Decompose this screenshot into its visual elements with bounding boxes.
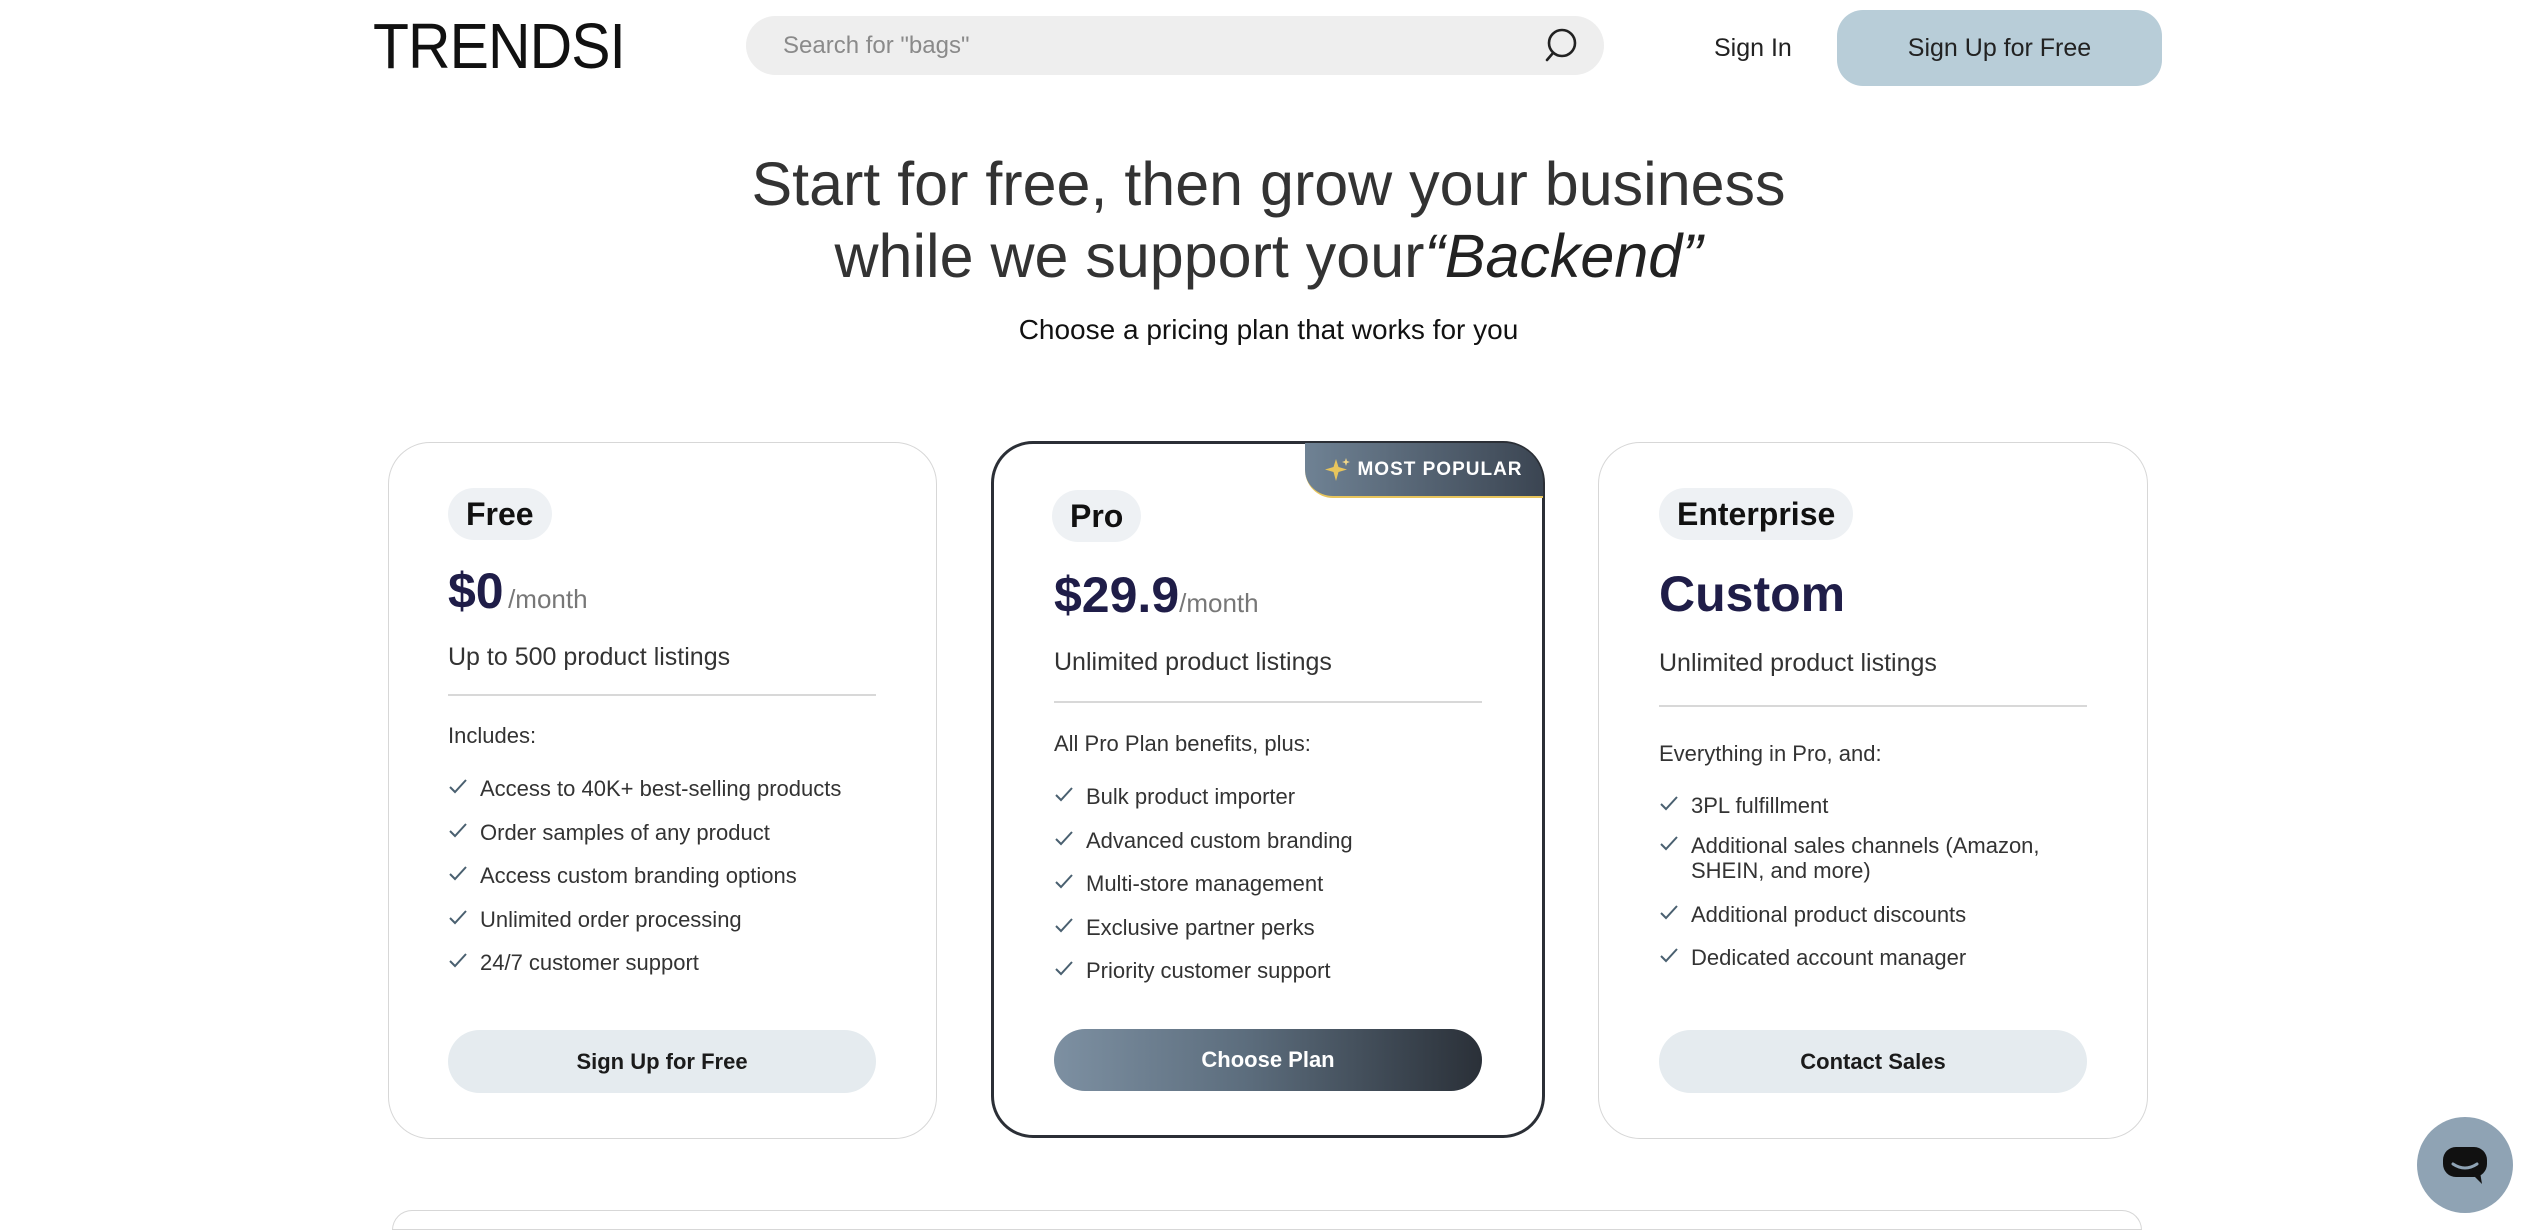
- feature-label: Access to 40K+ best-selling products: [480, 776, 842, 801]
- feature-label: Additional sales channels (Amazon, SHEIN…: [1691, 833, 2040, 883]
- feature-list-free: Access to 40K+ best-selling products Ord…: [448, 776, 888, 994]
- check-icon: [449, 909, 467, 924]
- feature-list-pro: Bulk product importer Advanced custom br…: [1054, 784, 1494, 1002]
- sign-up-free-button[interactable]: Sign Up for Free: [448, 1030, 876, 1093]
- list-item: Access custom branding options: [448, 863, 888, 907]
- feature-label: Multi-store management: [1086, 871, 1324, 896]
- feature-label: Priority customer support: [1086, 958, 1331, 983]
- hero-title-line-1: Start for free, then grow your business: [751, 150, 1786, 218]
- sign-up-button[interactable]: Sign Up for Free: [1837, 10, 2162, 86]
- plan-includes-enterprise: Everything in Pro, and:: [1659, 741, 1882, 766]
- list-item: Access to 40K+ best-selling products: [448, 776, 888, 820]
- list-item: Unlimited order processing: [448, 907, 888, 951]
- divider: [448, 694, 876, 696]
- most-popular-badge: MOST POPULAR: [1305, 443, 1543, 498]
- list-item: 3PL fulfillment: [1659, 793, 2079, 833]
- feature-label: Unlimited order processing: [480, 906, 742, 932]
- plan-tagline-free: Up to 500 product listings: [448, 643, 731, 671]
- check-icon: [1660, 836, 1678, 851]
- list-item: Bulk product importer: [1054, 784, 1494, 828]
- choose-plan-button[interactable]: Choose Plan: [1054, 1029, 1482, 1091]
- check-icon: [449, 953, 467, 968]
- list-item: Additional product discounts: [1659, 902, 2079, 945]
- divider: [1054, 701, 1482, 703]
- check-icon: [1055, 874, 1073, 889]
- price-amount: $0: [448, 563, 504, 619]
- chat-icon: [2443, 1147, 2487, 1184]
- feature-label: Exclusive partner perks: [1086, 914, 1315, 940]
- sparkle-icon: [1325, 457, 1351, 481]
- list-item: Advanced custom branding: [1054, 828, 1494, 872]
- list-item: Multi-store management: [1054, 871, 1494, 915]
- feature-label: Order samples of any product: [480, 819, 770, 845]
- feature-label: Additional product discounts: [1691, 902, 1967, 927]
- logo[interactable]: TRENDSI: [373, 14, 626, 78]
- check-icon: [449, 779, 467, 794]
- list-item: Priority customer support: [1054, 958, 1494, 1002]
- hero-title-highlight: “Backend”: [1424, 222, 1703, 290]
- price-period: /month: [508, 584, 588, 614]
- plan-price-enterprise: Custom: [1659, 566, 1846, 622]
- feature-label: Dedicated account manager: [1691, 945, 1967, 970]
- search-input[interactable]: [783, 16, 1523, 75]
- plan-name-free: Free: [448, 488, 552, 540]
- plan-tagline-pro: Unlimited product listings: [1054, 648, 1332, 676]
- check-icon: [449, 822, 467, 837]
- hero-title-line-2: while we support your“Backend”: [0, 220, 2537, 292]
- feature-label: 3PL fulfillment: [1691, 793, 1829, 818]
- plan-includes-pro: All Pro Plan benefits, plus:: [1054, 731, 1311, 756]
- plan-tagline-enterprise: Unlimited product listings: [1659, 649, 1937, 677]
- list-item: 24/7 customer support: [448, 950, 888, 994]
- hero-title: Start for free, then grow your business …: [0, 148, 2537, 292]
- plan-includes-free: Includes:: [448, 723, 537, 748]
- hero-subtitle: Choose a pricing plan that works for you: [1018, 314, 1519, 345]
- search-bar[interactable]: [746, 16, 1604, 75]
- plan-price-pro: $29.9/month: [1054, 566, 1259, 624]
- check-icon: [1660, 948, 1678, 963]
- check-icon: [1660, 796, 1678, 811]
- feature-list-enterprise: 3PL fulfillment Additional sales channel…: [1659, 793, 2079, 988]
- plan-name-pro: Pro: [1052, 490, 1142, 542]
- hero-title-line-2-plain: while we support your: [834, 222, 1425, 290]
- search-icon[interactable]: [1544, 26, 1584, 66]
- feature-label: 24/7 customer support: [480, 950, 699, 975]
- feature-label: Access custom branding options: [480, 863, 797, 888]
- list-item: Additional sales channels (Amazon, SHEIN…: [1659, 833, 2079, 902]
- plan-name-enterprise: Enterprise: [1659, 488, 1854, 540]
- chat-button[interactable]: [2417, 1117, 2513, 1213]
- feature-label: Advanced custom branding: [1086, 827, 1353, 853]
- plan-price-free: $0 /month: [448, 562, 588, 620]
- contact-sales-button[interactable]: Contact Sales: [1659, 1030, 2087, 1093]
- check-icon: [449, 866, 467, 881]
- check-icon: [1055, 961, 1073, 976]
- next-section-edge: [392, 1210, 2142, 1230]
- list-item: Dedicated account manager: [1659, 945, 2079, 988]
- list-item: Exclusive partner perks: [1054, 915, 1494, 959]
- check-icon: [1055, 917, 1073, 932]
- sign-in-link[interactable]: Sign In: [1714, 34, 1792, 63]
- list-item: Order samples of any product: [448, 820, 888, 864]
- price-amount: $29.9: [1054, 567, 1180, 623]
- price-period: /month: [1179, 588, 1259, 618]
- feature-label: Bulk product importer: [1086, 784, 1296, 809]
- divider: [1659, 705, 2087, 707]
- check-icon: [1055, 787, 1073, 802]
- check-icon: [1055, 830, 1073, 845]
- check-icon: [1660, 905, 1678, 920]
- most-popular-label: MOST POPULAR: [1357, 458, 1523, 480]
